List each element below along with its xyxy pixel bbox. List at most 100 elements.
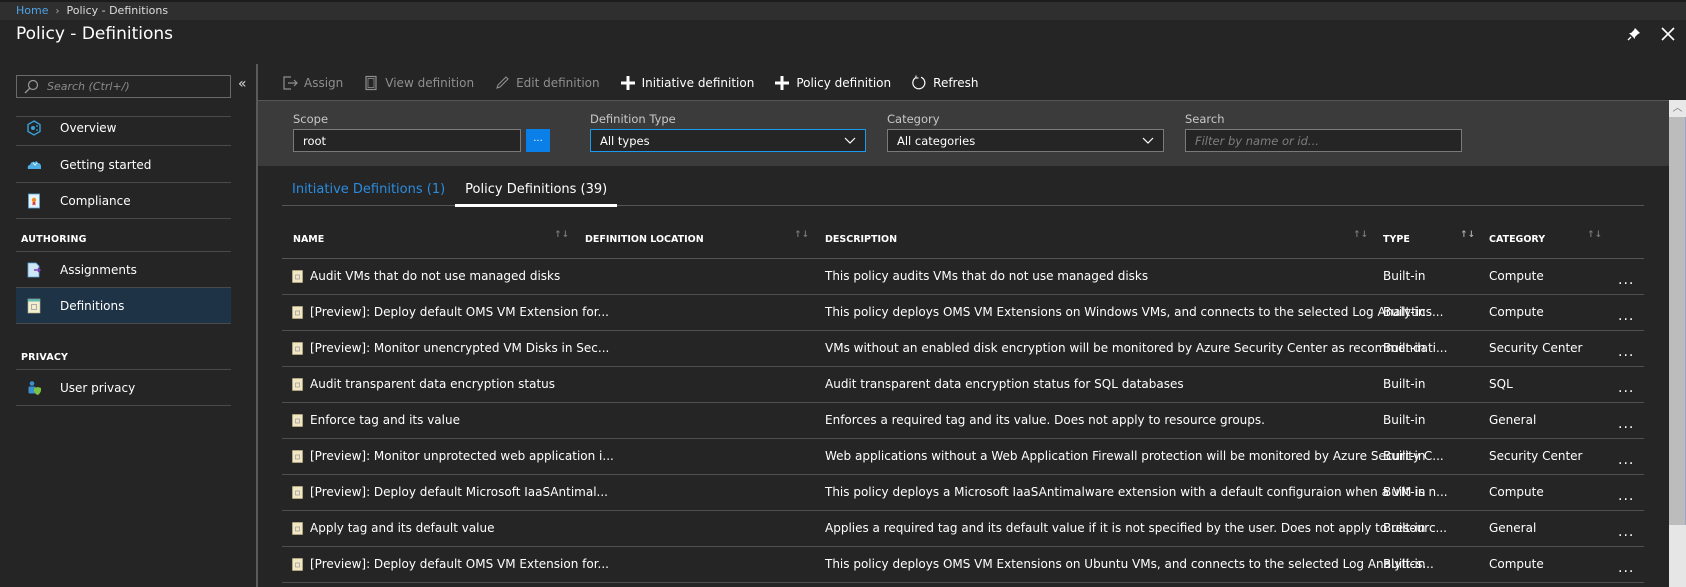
initiative-definition-button[interactable]: Initiative definition	[620, 75, 754, 91]
description-cell: Web applications without a Web Applicati…	[825, 449, 1444, 463]
scroll-up-icon[interactable]: ︿	[1669, 100, 1686, 117]
search-icon	[24, 79, 39, 93]
pin-icon[interactable]	[1624, 24, 1644, 44]
collapse-sidebar-icon[interactable]: «	[238, 76, 247, 92]
name-cell[interactable]: Enforce tag and its value	[292, 413, 460, 427]
table-row[interactable]: Enforce tag and its value Enforces a req…	[282, 403, 1644, 439]
vertical-scrollbar[interactable]: ︿	[1669, 100, 1686, 587]
more-actions-button[interactable]: ...	[1618, 524, 1634, 540]
search-filter-input[interactable]: Filter by name or id...	[1185, 129, 1462, 152]
scope-input[interactable]: root	[293, 129, 521, 152]
table-row[interactable]: [Preview]: Monitor unprotected web appli…	[282, 439, 1644, 475]
sort-icon[interactable]: ↑↓	[554, 230, 569, 240]
window-controls	[1624, 24, 1678, 44]
policy-definition-button[interactable]: Policy definition	[774, 75, 891, 91]
table-row[interactable]: Audit VMs that do not use managed disks …	[282, 259, 1644, 295]
more-actions-button[interactable]: ...	[1618, 380, 1634, 396]
assign-button[interactable]: Assign	[282, 75, 343, 91]
category-cell: SQL	[1489, 377, 1513, 391]
sidebar-item-compliance[interactable]: Compliance	[16, 183, 231, 219]
description-cell: Applies a required tag and its default v…	[825, 521, 1447, 535]
pencil-icon	[494, 75, 510, 91]
table-row[interactable]: [Preview]: Deploy default OMS VM Extensi…	[282, 547, 1644, 583]
sidebar: « Overview Getting started Compliance AU…	[0, 60, 256, 587]
sort-icon[interactable]: ↑↓	[794, 230, 809, 240]
more-actions-button[interactable]: ...	[1618, 344, 1634, 360]
category-cell: Security Center	[1489, 341, 1583, 355]
name-cell[interactable]: Audit transparent data encryption status	[292, 377, 555, 391]
table-row[interactable]: Audit transparent data encryption status…	[282, 367, 1644, 403]
column-header-name[interactable]: NAME	[293, 234, 324, 245]
assignments-icon	[26, 262, 42, 278]
page-title: Policy - Definitions	[16, 24, 174, 44]
name-text: [Preview]: Deploy default OMS VM Extensi…	[310, 305, 609, 319]
category-cell: Compute	[1489, 485, 1544, 499]
chevron-down-icon	[1142, 137, 1154, 144]
more-actions-button[interactable]: ...	[1618, 488, 1634, 504]
refresh-button[interactable]: Refresh	[911, 75, 978, 91]
more-actions-button[interactable]: ...	[1618, 308, 1634, 324]
name-cell[interactable]: [Preview]: Deploy default OMS VM Extensi…	[292, 305, 609, 319]
more-actions-button[interactable]: ...	[1618, 452, 1634, 468]
description-cell: Enforces a required tag and its value. D…	[825, 413, 1265, 427]
name-text: [Preview]: Deploy default OMS VM Extensi…	[310, 557, 609, 571]
column-header-type[interactable]: TYPE	[1383, 234, 1410, 245]
plus-icon	[620, 75, 636, 91]
sort-icon[interactable]: ↑↓	[1353, 230, 1368, 240]
sidebar-item-assignments[interactable]: Assignments	[16, 252, 231, 288]
type-cell: Built-in	[1383, 269, 1426, 283]
chevron-right-icon: ›	[55, 6, 60, 17]
edit-definition-button[interactable]: Edit definition	[494, 75, 600, 91]
tab-policy-definitions[interactable]: Policy Definitions (39)	[455, 180, 618, 207]
tab-initiative-definitions[interactable]: Initiative Definitions (1)	[282, 180, 455, 205]
sidebar-search[interactable]	[16, 75, 231, 98]
scope-picker-button[interactable]: ...	[526, 129, 550, 152]
category-cell: Security Center	[1489, 449, 1583, 463]
close-icon[interactable]	[1658, 24, 1678, 44]
name-cell[interactable]: [Preview]: Deploy default Microsoft IaaS…	[292, 485, 608, 499]
category-select[interactable]: All categories	[887, 129, 1164, 152]
sort-icon[interactable]: ↑↓	[1587, 230, 1602, 240]
sidebar-item-label: Compliance	[60, 193, 131, 208]
more-actions-button[interactable]: ...	[1618, 272, 1634, 288]
name-cell[interactable]: [Preview]: Deploy default OMS VM Extensi…	[292, 557, 609, 571]
type-cell: Built-in	[1383, 485, 1426, 499]
sidebar-search-input[interactable]	[47, 80, 227, 93]
table-row[interactable]: [Preview]: Deploy default Microsoft IaaS…	[282, 475, 1644, 511]
table-row[interactable]: [Preview]: Deploy default OMS VM Extensi…	[282, 295, 1644, 331]
name-cell[interactable]: Audit VMs that do not use managed disks	[292, 269, 560, 283]
sort-icon[interactable]: ↑↓	[1460, 230, 1475, 240]
type-cell: Built-in	[1383, 521, 1426, 535]
policy-document-icon	[292, 485, 303, 499]
view-definition-icon	[363, 75, 379, 91]
category-cell: Compute	[1489, 269, 1544, 283]
sidebar-item-overview[interactable]: Overview	[16, 110, 231, 146]
type-cell: Built-in	[1383, 449, 1426, 463]
name-cell[interactable]: [Preview]: Monitor unprotected web appli…	[292, 449, 614, 463]
sidebar-item-user-privacy[interactable]: User privacy	[16, 370, 231, 406]
name-cell[interactable]: Apply tag and its default value	[292, 521, 495, 535]
column-header-description[interactable]: DESCRIPTION	[825, 234, 897, 245]
table-row[interactable]: Apply tag and its default value Applies …	[282, 511, 1644, 547]
user-privacy-icon	[26, 380, 42, 396]
sidebar-item-label: Getting started	[60, 157, 152, 172]
policy-document-icon	[292, 341, 303, 355]
more-actions-button[interactable]: ...	[1618, 416, 1634, 432]
column-header-definition-location[interactable]: DEFINITION LOCATION	[585, 234, 704, 245]
view-definition-button[interactable]: View definition	[363, 75, 474, 91]
column-header-category[interactable]: CATEGORY	[1489, 234, 1545, 245]
policy-document-icon	[292, 521, 303, 535]
table-row[interactable]: [Preview]: Monitor unencrypted VM Disks …	[282, 331, 1644, 367]
scrollbar-thumb[interactable]	[1669, 117, 1686, 525]
sidebar-item-label: Definitions	[60, 298, 125, 313]
more-actions-button[interactable]: ...	[1618, 560, 1634, 576]
sidebar-item-definitions[interactable]: Definitions	[16, 288, 231, 324]
sidebar-item-getting-started[interactable]: Getting started	[16, 147, 231, 183]
cloud-icon	[26, 157, 42, 173]
breadcrumb-home[interactable]: Home	[16, 4, 48, 17]
search-label: Search	[1185, 112, 1225, 126]
name-cell[interactable]: [Preview]: Monitor unencrypted VM Disks …	[292, 341, 609, 355]
sidebar-item-label: Overview	[60, 120, 117, 135]
assign-icon	[282, 75, 298, 91]
definition-type-select[interactable]: All types	[590, 129, 866, 152]
